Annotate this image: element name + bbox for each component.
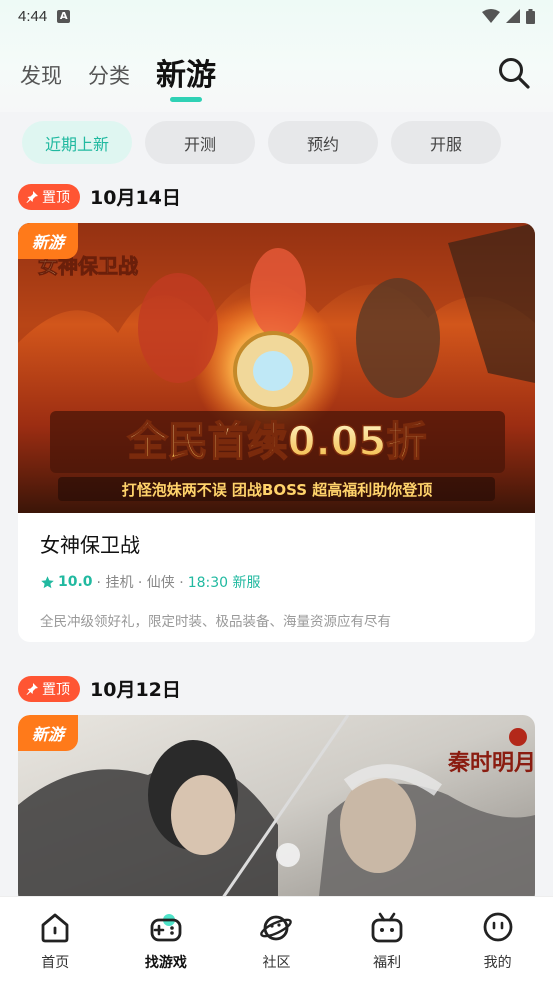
- nav-community[interactable]: 社区: [221, 897, 332, 984]
- filter-reservation[interactable]: 预约: [268, 121, 378, 164]
- section-date: 10月12日: [90, 679, 181, 701]
- section-header: 置顶 10月14日: [18, 183, 181, 210]
- nav-benefits-label: 福利: [373, 955, 402, 971]
- signal-icon: [506, 9, 520, 23]
- game-banner[interactable]: 秦时明月 新游: [18, 715, 535, 905]
- nav-profile-label: 我的: [483, 955, 512, 971]
- top-tabs: 发现 分类 新游: [0, 50, 553, 106]
- tab-category[interactable]: 分类: [88, 60, 130, 106]
- nav-home-label: 首页: [41, 955, 70, 971]
- section-header: 置顶 10月12日: [18, 675, 181, 702]
- nav-community-label: 社区: [262, 955, 291, 971]
- profile-face-icon: [483, 912, 513, 942]
- section-date: 10月14日: [90, 187, 181, 209]
- banner-logo: 秦时明月: [447, 750, 535, 776]
- wifi-icon: [482, 9, 500, 23]
- game-title: 女神保卫战: [40, 533, 140, 557]
- nav-find-games-label: 找游戏: [144, 955, 187, 971]
- new-game-badge: 新游: [18, 223, 78, 259]
- banner-artwork: 秦时明月: [18, 715, 535, 905]
- tv-gift-icon: [371, 912, 403, 943]
- filter-chips: 近期上新 开测 预约 开服: [22, 121, 501, 164]
- filter-beta-test[interactable]: 开测: [145, 121, 255, 164]
- new-game-badge: 新游: [18, 715, 78, 751]
- search-icon: [499, 58, 530, 89]
- game-card[interactable]: 全民首续0.05折 打怪泡妹两不误 团战BOSS 超高福利助你登顶 女神保卫战 …: [18, 223, 535, 642]
- game-card[interactable]: 秦时明月 新游: [18, 715, 535, 905]
- pinned-label: 置顶: [42, 189, 70, 206]
- game-rating: 10.0: [58, 574, 93, 590]
- pin-icon: [26, 683, 38, 695]
- pinned-badge: 置顶: [18, 183, 80, 210]
- battery-icon: [526, 8, 535, 24]
- search-button[interactable]: [497, 56, 531, 90]
- tab-discover[interactable]: 发现: [20, 60, 62, 106]
- notification-icon: A: [57, 9, 71, 23]
- planet-icon: [260, 915, 293, 941]
- pinned-badge: 置顶: [18, 675, 80, 702]
- game-description: 全民冲级领好礼，限定时装、极品装备、海量资源应有尽有: [40, 614, 391, 630]
- card-info: 女神保卫战 10.0 · 挂机 · 仙侠 · 18:30 新服 全民冲级领好礼，…: [18, 513, 535, 642]
- nav-profile[interactable]: 我的: [442, 897, 553, 984]
- home-icon: [41, 913, 69, 943]
- nav-home[interactable]: 首页: [0, 897, 111, 984]
- game-meta: 10.0 · 挂机 · 仙侠 · 18:30 新服: [40, 572, 513, 592]
- nav-benefits[interactable]: 福利: [332, 897, 443, 984]
- tab-new-games[interactable]: 新游: [156, 50, 216, 106]
- pin-icon: [26, 191, 38, 203]
- filter-new-server[interactable]: 开服: [391, 121, 501, 164]
- bottom-nav: 首页 找游戏 社区 福利 我的: [0, 896, 553, 984]
- banner-tagline: 打怪泡妹两不误 团战BOSS 超高福利助你登顶: [122, 481, 433, 499]
- filter-recent[interactable]: 近期上新: [22, 121, 132, 164]
- banner-artwork: 全民首续0.05折 打怪泡妹两不误 团战BOSS 超高福利助你登顶 女神保卫战: [18, 223, 535, 513]
- banner-headline: 全民首续0.05折: [127, 419, 427, 465]
- status-bar: 4:44 A: [0, 0, 553, 32]
- game-tags: · 挂机 · 仙侠 ·: [96, 575, 184, 591]
- game-banner[interactable]: 全民首续0.05折 打怪泡妹两不误 团战BOSS 超高福利助你登顶 女神保卫战 …: [18, 223, 535, 513]
- status-icons: [482, 8, 535, 24]
- status-time: 4:44: [18, 7, 48, 25]
- pinned-label: 置顶: [42, 681, 70, 698]
- gamepad-icon: [150, 914, 182, 942]
- star-icon: [41, 575, 54, 588]
- nav-find-games[interactable]: 找游戏: [111, 897, 222, 984]
- server-time: 18:30 新服: [187, 575, 261, 591]
